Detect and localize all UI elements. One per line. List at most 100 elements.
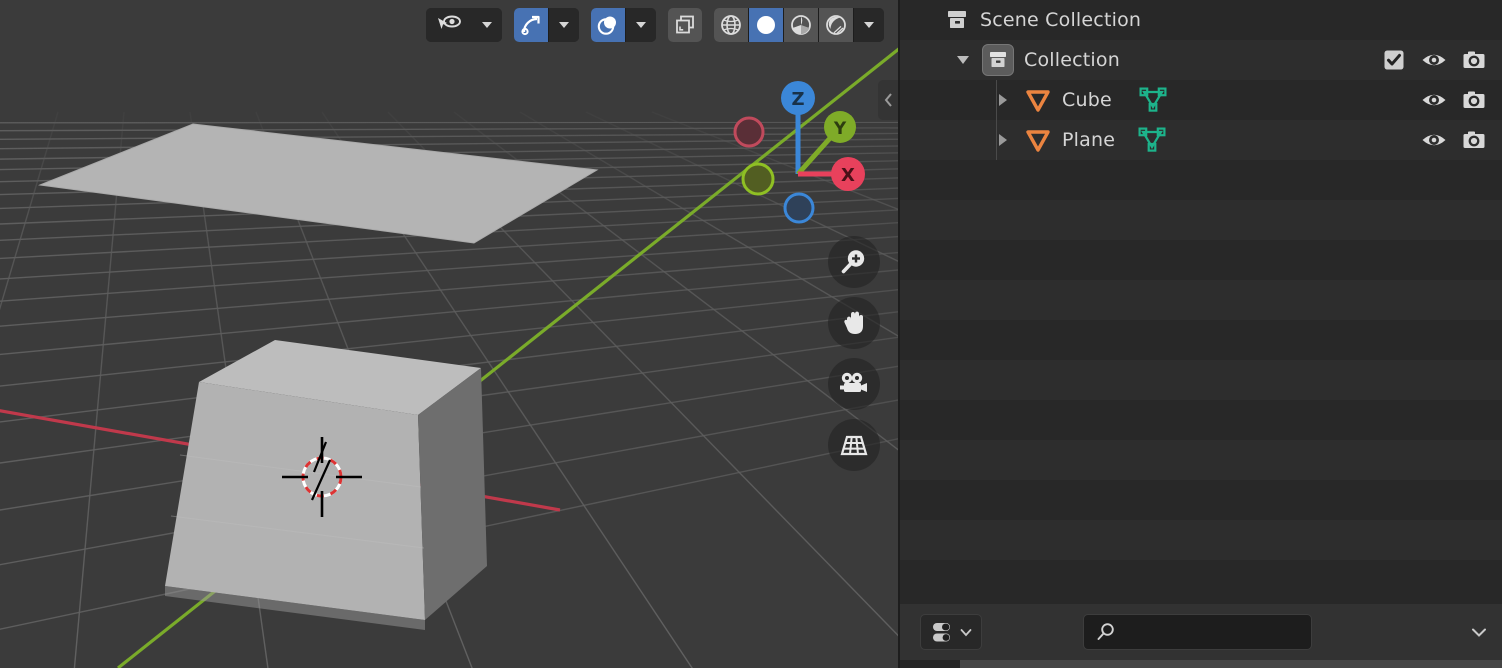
plane-disable-render-toggle[interactable] [1454, 120, 1494, 160]
outliner-label-collection: Collection [1024, 49, 1120, 71]
gizmo-axis-x-negative [733, 116, 765, 148]
outliner-empty-row[interactable] [900, 320, 1502, 360]
collection-hide-viewport-toggle[interactable] [1414, 40, 1454, 80]
plane-row-toggles [1374, 120, 1494, 160]
snapping-options-chevron[interactable] [549, 8, 579, 42]
gizmo-label-z: Z [791, 89, 804, 110]
camera-icon [1463, 131, 1485, 148]
eye-icon [1422, 134, 1446, 146]
camera-icon [1463, 91, 1485, 108]
filter-toggles-icon [932, 623, 950, 642]
plane-hide-viewport-toggle[interactable] [1414, 120, 1454, 160]
proportional-editing-button[interactable] [591, 8, 625, 42]
zoom-view-button[interactable] [828, 236, 880, 288]
collection-checkbox[interactable] [1374, 40, 1414, 80]
snapping-group [514, 8, 579, 42]
outliner-empty-row[interactable] [900, 520, 1502, 560]
outliner-filter-button[interactable] [920, 614, 982, 650]
material-preview-button[interactable] [784, 8, 818, 42]
shading-group [714, 8, 884, 42]
navigation-gizmo[interactable]: Z Y X [724, 74, 874, 234]
outliner-options-chevron[interactable] [1462, 613, 1496, 651]
outliner-empty-row[interactable] [900, 200, 1502, 240]
chevron-right-icon [999, 134, 1007, 146]
gizmo-axis-y-negative [741, 162, 775, 196]
blender-window: Z Y X Scene Collection Collection Cube P… [0, 0, 1502, 668]
viewport-tool-buttons [828, 236, 880, 471]
tree-indent-line [996, 120, 997, 160]
outliner-empty-row[interactable] [900, 160, 1502, 200]
gizmo-label-y: Y [833, 119, 847, 139]
gizmo-label-x: X [841, 165, 855, 186]
toggle-orthographic-button[interactable] [828, 419, 880, 471]
outliner-row-cube[interactable]: Cube [900, 80, 1502, 120]
chevron-down-icon [482, 22, 492, 28]
scene-collection-icon [944, 8, 970, 32]
mesh-object-icon [1024, 127, 1052, 153]
outliner-tree[interactable]: Scene Collection Collection Cube Plane [900, 0, 1502, 604]
cube-disable-render-toggle[interactable] [1454, 80, 1494, 120]
outliner-row-scene-collection[interactable]: Scene Collection [900, 0, 1502, 40]
collection-disable-render-toggle[interactable] [1454, 40, 1494, 80]
proportional-editing-group [591, 8, 656, 42]
camera-view-button[interactable] [828, 358, 880, 410]
mesh-data-icon[interactable] [1137, 126, 1167, 154]
chevron-down-icon [559, 22, 569, 28]
eye-icon [1422, 54, 1446, 66]
3d-viewport[interactable]: Z Y X [0, 0, 898, 668]
outliner-search-field[interactable] [1083, 614, 1312, 650]
proportional-falloff-chevron[interactable] [626, 8, 656, 42]
outliner-empty-row[interactable] [900, 280, 1502, 320]
open-sidebar-tab[interactable] [878, 80, 898, 120]
cube-face-front[interactable] [165, 382, 425, 620]
toggle-xray-button[interactable] [668, 8, 702, 42]
outliner-empty-row[interactable] [900, 480, 1502, 520]
grid-ortho-icon [840, 435, 868, 456]
outliner-editor[interactable]: Scene Collection Collection Cube Plane [900, 0, 1502, 668]
outliner-empty-row[interactable] [900, 360, 1502, 400]
xray-group [668, 8, 702, 42]
outliner-row-collection[interactable]: Collection [900, 40, 1502, 80]
collection-icon [982, 44, 1014, 76]
wireframe-shading-button[interactable] [714, 8, 748, 42]
status-bar-strip [900, 660, 1502, 668]
rendered-shading-button[interactable] [819, 8, 853, 42]
mesh-data-icon[interactable] [1138, 86, 1168, 114]
chevron-right-icon [999, 94, 1007, 106]
chevron-left-icon [884, 93, 892, 107]
object-plane[interactable] [38, 123, 599, 244]
outliner-empty-row[interactable] [900, 440, 1502, 480]
solid-shading-button[interactable] [749, 8, 783, 42]
snapping-toggle-button[interactable] [514, 8, 548, 42]
visibility-options-chevron[interactable] [472, 8, 502, 42]
camera-icon [1463, 51, 1485, 68]
tree-indent-line [996, 80, 997, 120]
status-bar-strip-dark [900, 660, 960, 668]
eye-icon [1422, 94, 1446, 106]
gizmo-axis-z-negative [783, 192, 815, 224]
chevron-down-icon [864, 22, 874, 28]
collection-expander[interactable] [952, 56, 974, 64]
outliner-label-plane: Plane [1062, 129, 1116, 151]
move-view-button[interactable] [828, 297, 880, 349]
outliner-empty-row[interactable] [900, 400, 1502, 440]
outliner-label-scene-collection: Scene Collection [980, 9, 1142, 31]
outliner-footer [900, 604, 1502, 660]
camera-icon [840, 372, 867, 392]
mesh-object-icon [1024, 87, 1052, 113]
search-input[interactable] [1124, 623, 1304, 641]
collection-row-toggles [1374, 40, 1494, 80]
hand-pan-icon [844, 311, 863, 334]
visibility-group [426, 8, 502, 42]
outliner-empty-row[interactable] [900, 560, 1502, 600]
chevron-down-icon [1472, 628, 1486, 637]
chevron-down-icon [957, 56, 969, 64]
cube-hide-viewport-toggle[interactable] [1414, 80, 1454, 120]
object-visibility-button[interactable] [426, 8, 472, 42]
outliner-label-cube: Cube [1062, 89, 1112, 111]
outliner-row-plane[interactable]: Plane [900, 120, 1502, 160]
cube-row-toggles [1374, 80, 1494, 120]
zoom-icon [841, 250, 865, 274]
shading-options-chevron[interactable] [854, 8, 884, 42]
outliner-empty-row[interactable] [900, 240, 1502, 280]
